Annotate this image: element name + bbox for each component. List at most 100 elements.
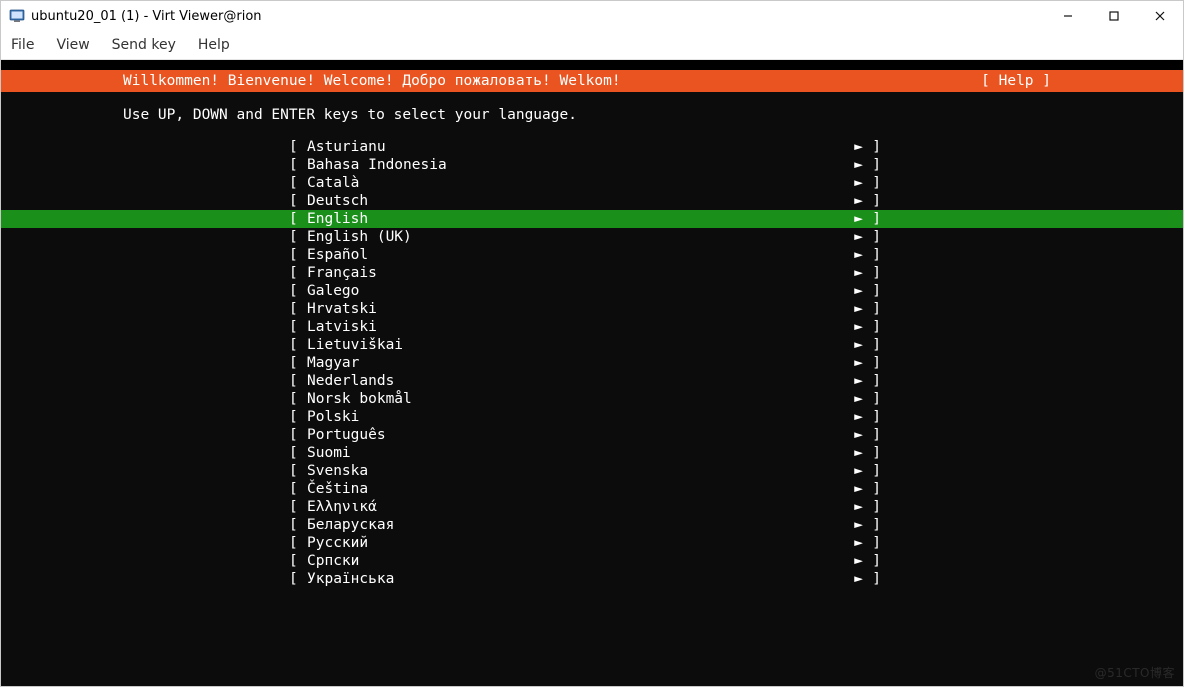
right-bracket: ] bbox=[863, 318, 881, 336]
left-bracket: [ bbox=[289, 138, 307, 156]
language-option[interactable]: [ Українська► ] bbox=[1, 570, 1183, 588]
submenu-arrow-icon: ► bbox=[849, 444, 863, 462]
left-bracket: [ bbox=[289, 300, 307, 318]
language-option[interactable]: [ Ελληνικά► ] bbox=[1, 498, 1183, 516]
language-option[interactable]: [ Galego► ] bbox=[1, 282, 1183, 300]
right-bracket: ] bbox=[863, 444, 881, 462]
left-bracket: [ bbox=[289, 174, 307, 192]
language-option[interactable]: [ Čeština► ] bbox=[1, 480, 1183, 498]
menu-file[interactable]: File bbox=[11, 37, 34, 53]
right-bracket: ] bbox=[863, 264, 881, 282]
right-bracket: ] bbox=[863, 336, 881, 354]
language-option[interactable]: [ Deutsch► ] bbox=[1, 192, 1183, 210]
language-name: Беларуская bbox=[307, 516, 849, 534]
maximize-button[interactable] bbox=[1091, 1, 1137, 31]
language-option[interactable]: [ Norsk bokmål► ] bbox=[1, 390, 1183, 408]
menu-help[interactable]: Help bbox=[198, 37, 230, 53]
left-bracket: [ bbox=[289, 534, 307, 552]
language-name: Русский bbox=[307, 534, 849, 552]
window-title: ubuntu20_01 (1) - Virt Viewer@rion bbox=[31, 9, 1045, 24]
language-option[interactable]: [ Latviski► ] bbox=[1, 318, 1183, 336]
right-bracket: ] bbox=[863, 516, 881, 534]
right-bracket: ] bbox=[863, 534, 881, 552]
language-option[interactable]: [ Lietuviškai► ] bbox=[1, 336, 1183, 354]
right-bracket: ] bbox=[863, 462, 881, 480]
language-list[interactable]: [ Asturianu► ][ Bahasa Indonesia► ][ Cat… bbox=[1, 138, 1183, 588]
language-option[interactable]: [ Svenska► ] bbox=[1, 462, 1183, 480]
language-name: Português bbox=[307, 426, 849, 444]
language-name: Ελληνικά bbox=[307, 498, 849, 516]
submenu-arrow-icon: ► bbox=[849, 426, 863, 444]
right-bracket: ] bbox=[863, 570, 881, 588]
right-bracket: ] bbox=[863, 426, 881, 444]
language-option[interactable]: [ Polski► ] bbox=[1, 408, 1183, 426]
submenu-arrow-icon: ► bbox=[849, 192, 863, 210]
guest-display[interactable]: Willkommen! Bienvenue! Welcome! Добро по… bbox=[1, 60, 1183, 686]
app-window: ubuntu20_01 (1) - Virt Viewer@rion File … bbox=[0, 0, 1184, 687]
right-bracket: ] bbox=[863, 174, 881, 192]
submenu-arrow-icon: ► bbox=[849, 174, 863, 192]
language-option[interactable]: [ Беларуская► ] bbox=[1, 516, 1183, 534]
watermark: @51CTO博客 bbox=[1095, 664, 1175, 682]
right-bracket: ] bbox=[863, 498, 881, 516]
left-bracket: [ bbox=[289, 282, 307, 300]
submenu-arrow-icon: ► bbox=[849, 246, 863, 264]
submenu-arrow-icon: ► bbox=[849, 138, 863, 156]
submenu-arrow-icon: ► bbox=[849, 300, 863, 318]
language-option[interactable]: [ Nederlands► ] bbox=[1, 372, 1183, 390]
left-bracket: [ bbox=[289, 246, 307, 264]
right-bracket: ] bbox=[863, 138, 881, 156]
language-name: Galego bbox=[307, 282, 849, 300]
right-bracket: ] bbox=[863, 372, 881, 390]
submenu-arrow-icon: ► bbox=[849, 318, 863, 336]
language-name: Bahasa Indonesia bbox=[307, 156, 849, 174]
language-option[interactable]: [ Français► ] bbox=[1, 264, 1183, 282]
left-bracket: [ bbox=[289, 498, 307, 516]
language-name: Српски bbox=[307, 552, 849, 570]
submenu-arrow-icon: ► bbox=[849, 408, 863, 426]
submenu-arrow-icon: ► bbox=[849, 390, 863, 408]
menu-sendkey[interactable]: Send key bbox=[112, 37, 176, 53]
left-bracket: [ bbox=[289, 210, 307, 228]
language-name: Nederlands bbox=[307, 372, 849, 390]
language-option[interactable]: [ Suomi► ] bbox=[1, 444, 1183, 462]
right-bracket: ] bbox=[863, 408, 881, 426]
minimize-button[interactable] bbox=[1045, 1, 1091, 31]
language-option[interactable]: [ Српски► ] bbox=[1, 552, 1183, 570]
right-bracket: ] bbox=[863, 228, 881, 246]
language-option[interactable]: [ English► ] bbox=[1, 210, 1183, 228]
left-bracket: [ bbox=[289, 552, 307, 570]
right-bracket: ] bbox=[863, 390, 881, 408]
left-bracket: [ bbox=[289, 264, 307, 282]
left-bracket: [ bbox=[289, 354, 307, 372]
submenu-arrow-icon: ► bbox=[849, 372, 863, 390]
language-option[interactable]: [ Español► ] bbox=[1, 246, 1183, 264]
language-option[interactable]: [ English (UK)► ] bbox=[1, 228, 1183, 246]
submenu-arrow-icon: ► bbox=[849, 516, 863, 534]
right-bracket: ] bbox=[863, 354, 881, 372]
submenu-arrow-icon: ► bbox=[849, 462, 863, 480]
language-option[interactable]: [ Magyar► ] bbox=[1, 354, 1183, 372]
instruction-text: Use UP, DOWN and ENTER keys to select yo… bbox=[1, 92, 1183, 138]
left-bracket: [ bbox=[289, 480, 307, 498]
language-name: Deutsch bbox=[307, 192, 849, 210]
welcome-text: Willkommen! Bienvenue! Welcome! Добро по… bbox=[1, 72, 621, 90]
close-button[interactable] bbox=[1137, 1, 1183, 31]
language-name: Українська bbox=[307, 570, 849, 588]
virt-viewer-icon bbox=[9, 8, 25, 24]
right-bracket: ] bbox=[863, 210, 881, 228]
left-bracket: [ bbox=[289, 390, 307, 408]
submenu-arrow-icon: ► bbox=[849, 336, 863, 354]
language-option[interactable]: [ Português► ] bbox=[1, 426, 1183, 444]
right-bracket: ] bbox=[863, 192, 881, 210]
menu-view[interactable]: View bbox=[56, 37, 89, 53]
right-bracket: ] bbox=[863, 246, 881, 264]
language-option[interactable]: [ Hrvatski► ] bbox=[1, 300, 1183, 318]
language-option[interactable]: [ Català► ] bbox=[1, 174, 1183, 192]
help-button[interactable]: [ Help ] bbox=[981, 72, 1183, 90]
titlebar: ubuntu20_01 (1) - Virt Viewer@rion bbox=[1, 1, 1183, 31]
left-bracket: [ bbox=[289, 462, 307, 480]
language-option[interactable]: [ Русский► ] bbox=[1, 534, 1183, 552]
language-option[interactable]: [ Bahasa Indonesia► ] bbox=[1, 156, 1183, 174]
language-option[interactable]: [ Asturianu► ] bbox=[1, 138, 1183, 156]
